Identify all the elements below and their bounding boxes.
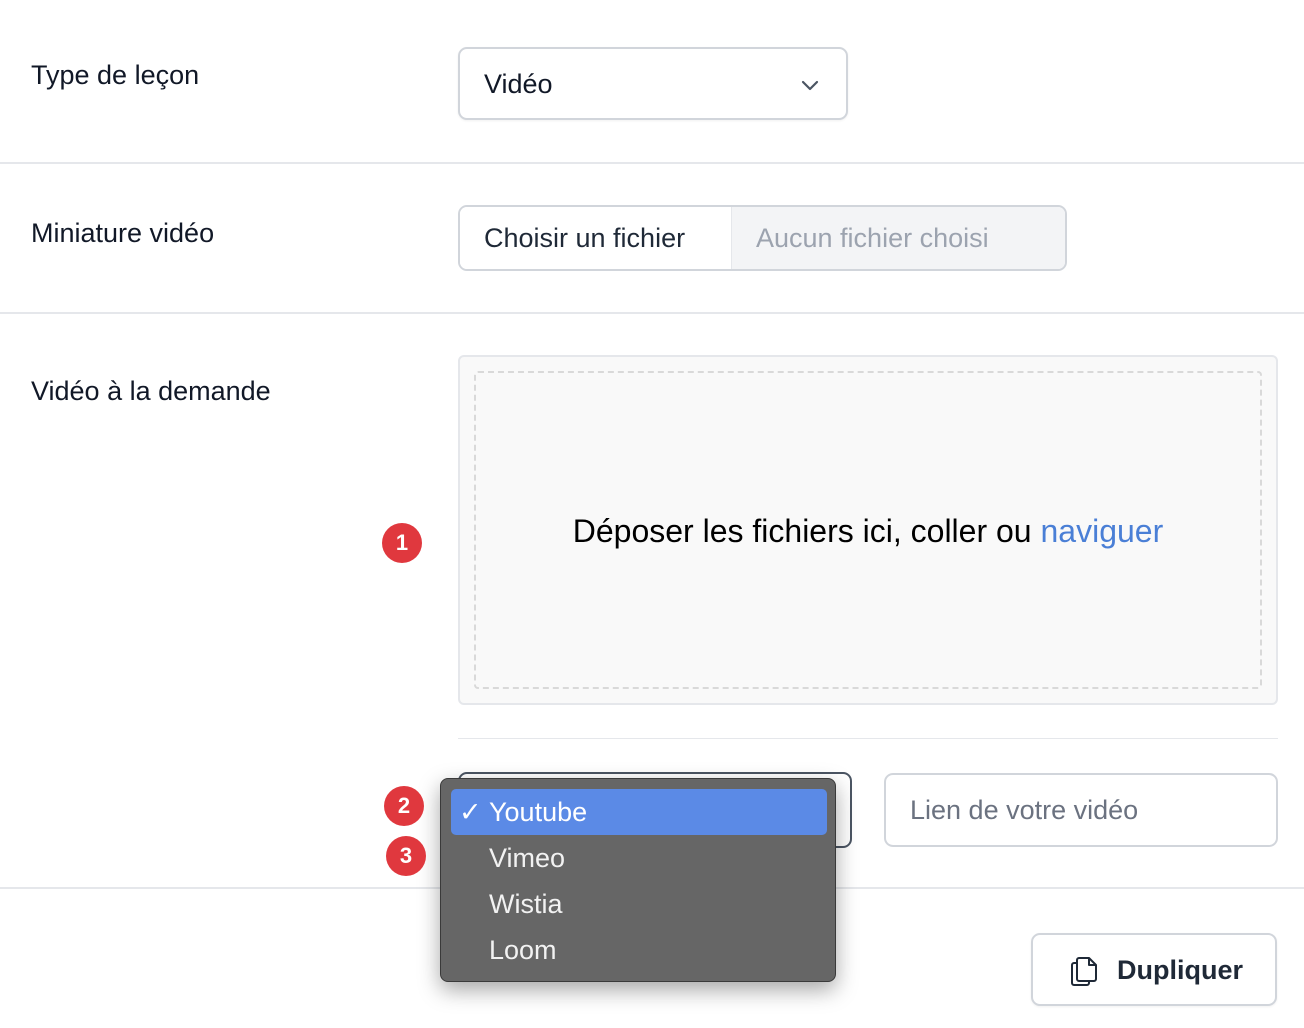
- menu-item-label: Vimeo: [489, 843, 566, 873]
- chevron-down-icon: [801, 80, 819, 91]
- menu-item-loom[interactable]: Loom: [451, 927, 827, 973]
- choose-file-button[interactable]: Choisir un fichier: [460, 207, 732, 269]
- thumbnail-file-input[interactable]: Choisir un fichier Aucun fichier choisi: [458, 205, 1067, 271]
- divider: [0, 312, 1304, 314]
- lesson-type-label: Type de leçon: [31, 60, 200, 90]
- menu-item-wistia[interactable]: Wistia: [451, 881, 827, 927]
- annotation-badge-3: 3: [386, 836, 426, 876]
- copy-icon: [1071, 957, 1097, 986]
- lesson-type-select[interactable]: Vidéo: [458, 47, 848, 120]
- menu-item-label: Wistia: [489, 889, 563, 919]
- menu-item-label: Loom: [489, 935, 557, 965]
- video-source-menu[interactable]: ✓ Youtube Vimeo Wistia Loom: [440, 778, 836, 982]
- menu-item-youtube[interactable]: ✓ Youtube: [451, 789, 827, 835]
- menu-item-vimeo[interactable]: Vimeo: [451, 835, 827, 881]
- video-url-input[interactable]: Lien de votre vidéo: [884, 773, 1278, 847]
- annotation-badge-2: 2: [384, 786, 424, 826]
- divider: [0, 162, 1304, 164]
- dropzone-text: Déposer les fichiers ici, coller ou navi…: [474, 513, 1262, 550]
- annotation-badge-1: 1: [382, 523, 422, 563]
- file-status-text: Aucun fichier choisi: [732, 207, 1065, 269]
- browse-link[interactable]: naviguer: [1040, 513, 1163, 549]
- duplicate-label: Dupliquer: [1117, 955, 1243, 985]
- thumbnail-label: Miniature vidéo: [31, 218, 215, 248]
- divider: [458, 738, 1278, 739]
- checkmark-icon: ✓: [459, 797, 482, 827]
- vod-label: Vidéo à la demande: [31, 376, 271, 406]
- duplicate-button[interactable]: Dupliquer: [1031, 933, 1277, 1006]
- dropzone-instructions: Déposer les fichiers ici, coller ou: [572, 513, 1032, 549]
- lesson-type-value: Vidéo: [484, 69, 553, 99]
- menu-item-label: Youtube: [489, 797, 588, 827]
